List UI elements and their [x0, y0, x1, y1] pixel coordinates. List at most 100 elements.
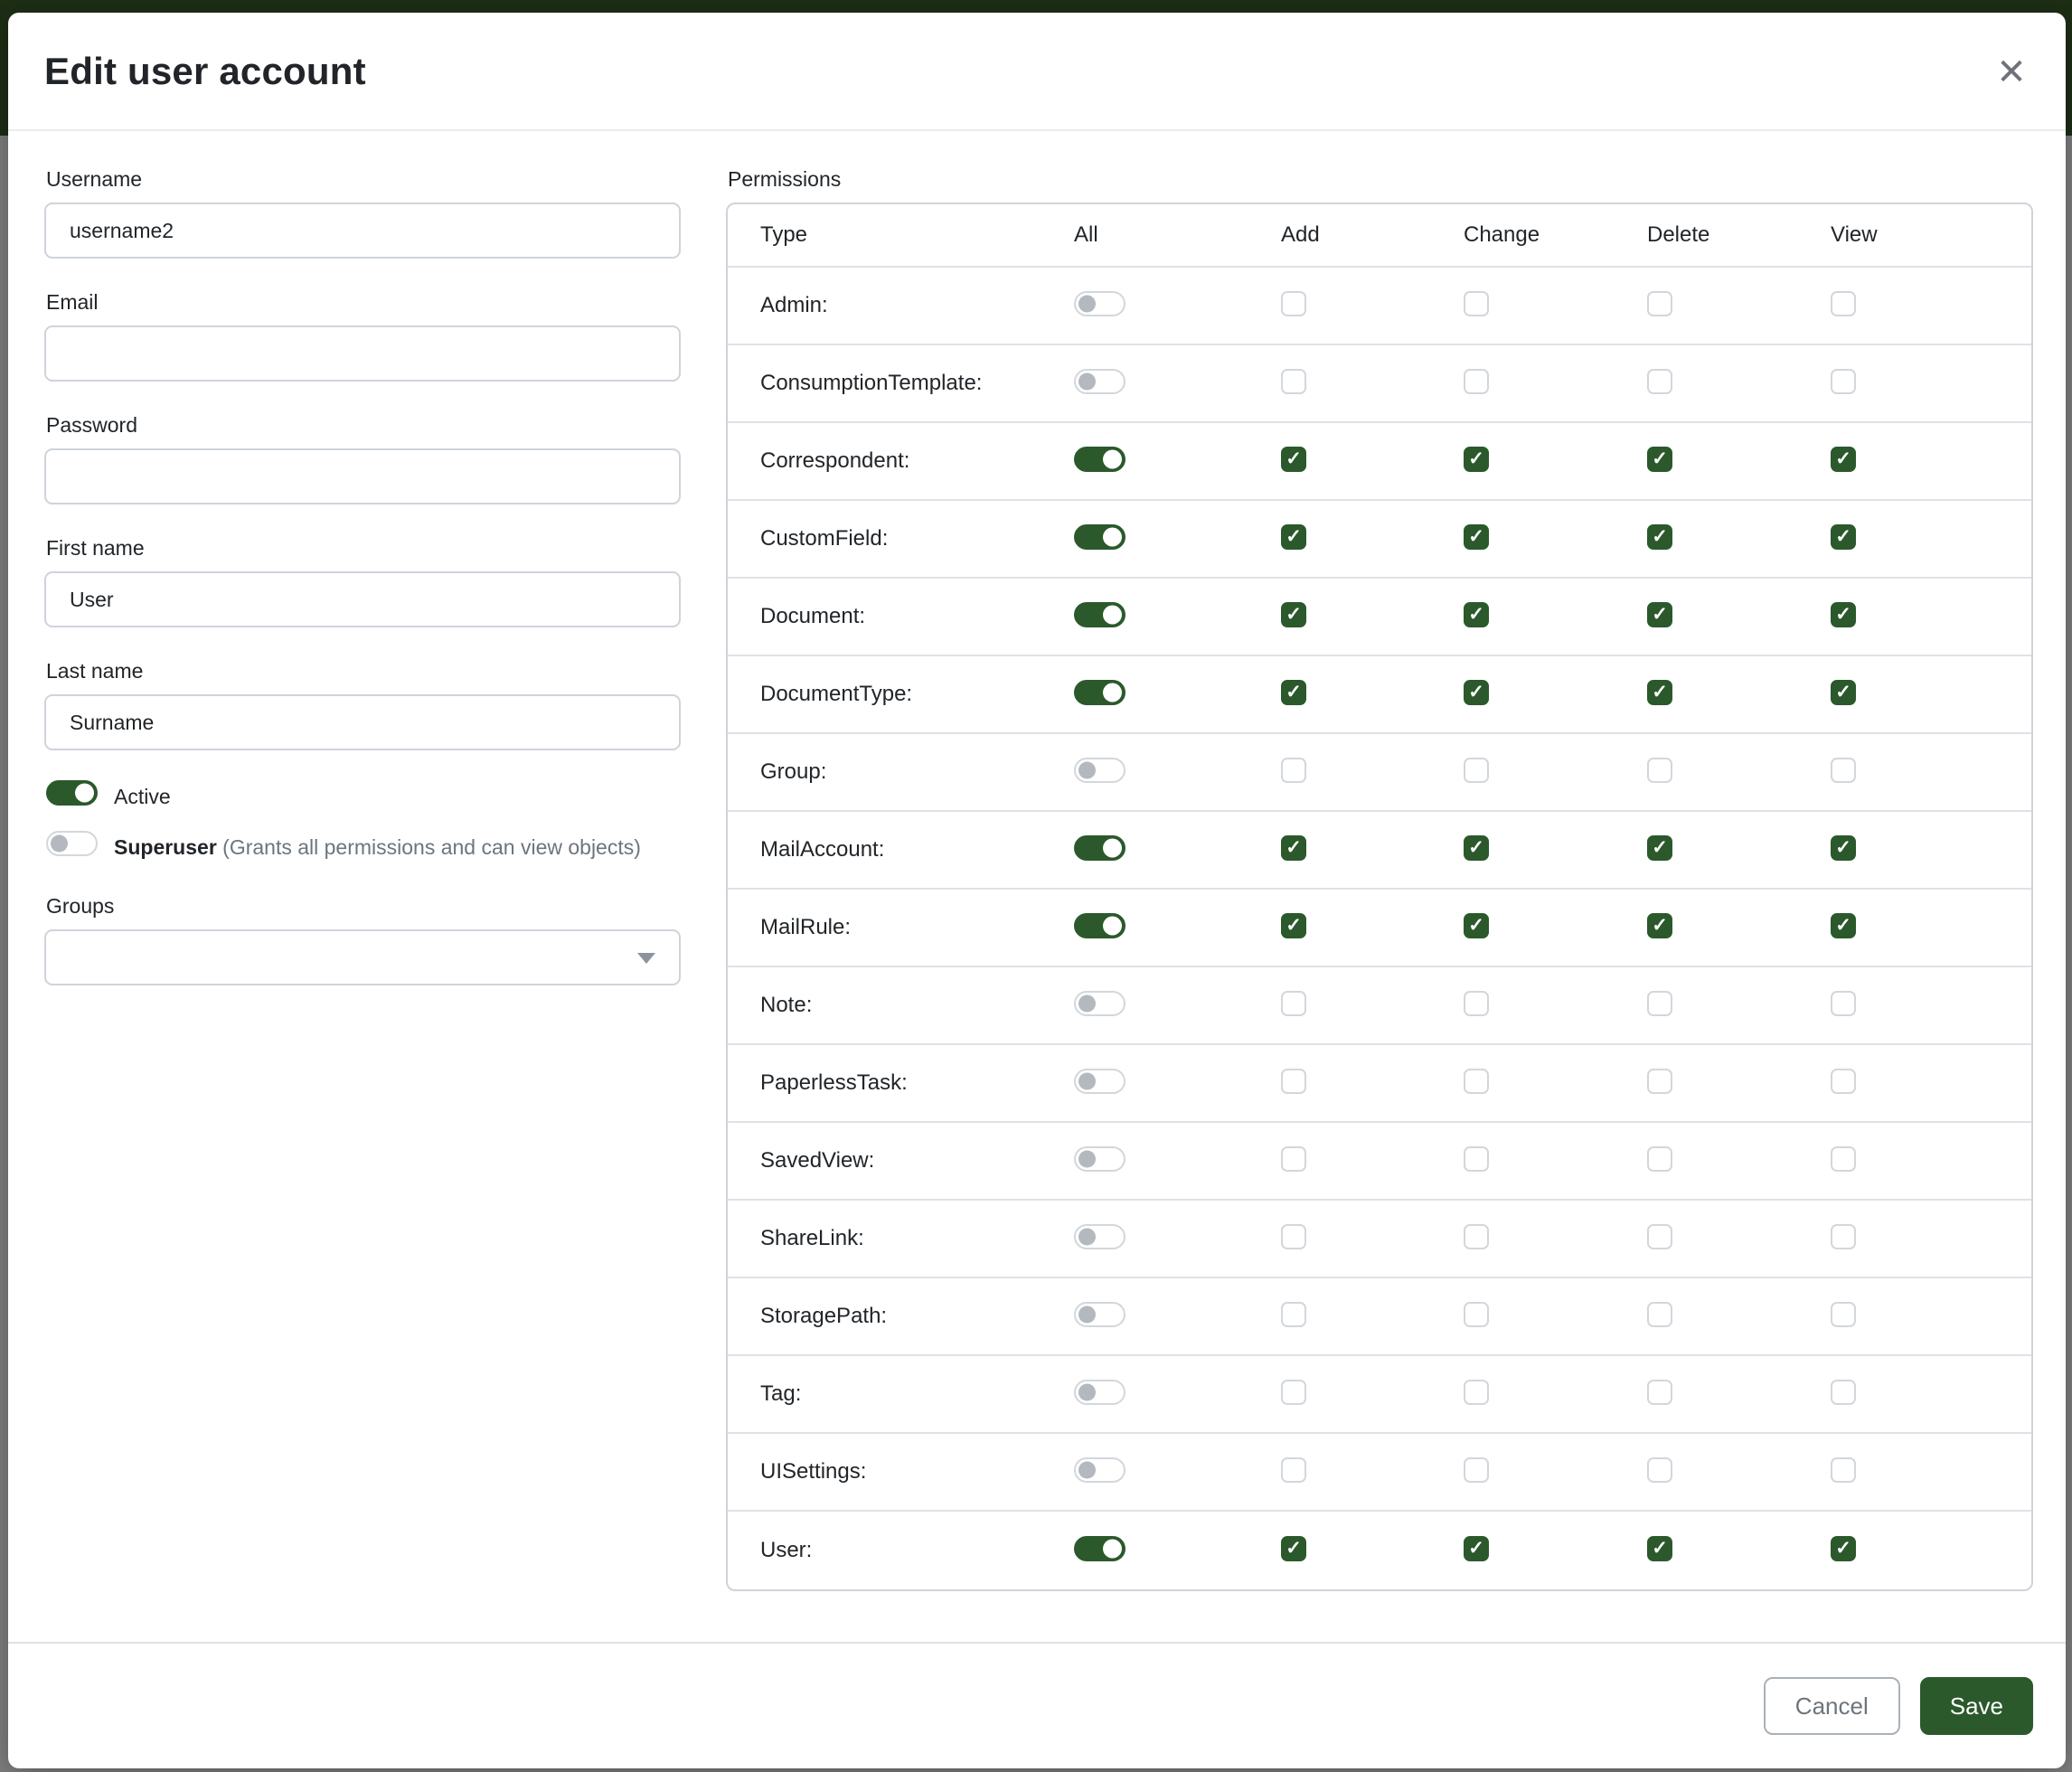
- permission-all-toggle[interactable]: [1074, 524, 1125, 550]
- permission-delete-checkbox[interactable]: [1647, 291, 1672, 316]
- permission-delete-checkbox[interactable]: [1647, 602, 1672, 627]
- permission-delete-checkbox[interactable]: [1647, 1380, 1672, 1405]
- permission-view-checkbox[interactable]: [1831, 1380, 1856, 1405]
- permission-all-toggle[interactable]: [1074, 602, 1125, 627]
- permission-change-checkbox[interactable]: [1464, 1069, 1489, 1094]
- permission-change-checkbox[interactable]: [1464, 1146, 1489, 1172]
- permission-all-toggle[interactable]: [1074, 1457, 1125, 1483]
- permission-add-checkbox[interactable]: [1281, 991, 1306, 1016]
- last-name-field[interactable]: [44, 694, 681, 750]
- permission-change-checkbox[interactable]: [1464, 1457, 1489, 1483]
- permission-type-label: Document:: [728, 604, 1074, 629]
- permission-add-checkbox[interactable]: [1281, 602, 1306, 627]
- permission-change-checkbox[interactable]: [1464, 369, 1489, 394]
- permission-change-checkbox[interactable]: [1464, 991, 1489, 1016]
- permission-delete-checkbox[interactable]: [1647, 1146, 1672, 1172]
- permission-change-checkbox[interactable]: [1464, 291, 1489, 316]
- permission-all-toggle[interactable]: [1074, 447, 1125, 472]
- permission-delete-checkbox[interactable]: [1647, 524, 1672, 550]
- permission-view-checkbox[interactable]: [1831, 1302, 1856, 1327]
- permission-view-checkbox[interactable]: [1831, 680, 1856, 705]
- permission-delete-checkbox[interactable]: [1647, 1224, 1672, 1249]
- permission-change-checkbox[interactable]: [1464, 524, 1489, 550]
- permission-view-checkbox[interactable]: [1831, 602, 1856, 627]
- permission-all-toggle[interactable]: [1074, 913, 1125, 938]
- permission-row: ShareLink:: [728, 1201, 2031, 1278]
- permission-all-toggle[interactable]: [1074, 680, 1125, 705]
- cancel-button[interactable]: Cancel: [1764, 1677, 1900, 1735]
- permission-all-toggle[interactable]: [1074, 835, 1125, 861]
- permission-add-checkbox[interactable]: [1281, 524, 1306, 550]
- permission-all-toggle[interactable]: [1074, 991, 1125, 1016]
- permission-view-checkbox[interactable]: [1831, 1146, 1856, 1172]
- superuser-toggle[interactable]: [46, 831, 98, 856]
- permission-change-checkbox[interactable]: [1464, 680, 1489, 705]
- permission-all-toggle[interactable]: [1074, 1146, 1125, 1172]
- permission-add-checkbox[interactable]: [1281, 758, 1306, 783]
- save-button[interactable]: Save: [1920, 1677, 2033, 1735]
- permission-add-checkbox[interactable]: [1281, 1380, 1306, 1405]
- permission-add-checkbox[interactable]: [1281, 1224, 1306, 1249]
- permission-add-checkbox[interactable]: [1281, 835, 1306, 861]
- permission-view-checkbox[interactable]: [1831, 1069, 1856, 1094]
- permission-all-toggle[interactable]: [1074, 1224, 1125, 1249]
- permission-delete-checkbox[interactable]: [1647, 1302, 1672, 1327]
- permission-change-checkbox[interactable]: [1464, 835, 1489, 861]
- permission-view-checkbox[interactable]: [1831, 291, 1856, 316]
- groups-select[interactable]: [44, 929, 681, 985]
- permission-delete-checkbox[interactable]: [1647, 369, 1672, 394]
- active-toggle[interactable]: [46, 780, 98, 806]
- permission-all-toggle[interactable]: [1074, 1302, 1125, 1327]
- email-field[interactable]: [44, 325, 681, 382]
- permission-all-toggle[interactable]: [1074, 1069, 1125, 1094]
- permission-change-checkbox[interactable]: [1464, 758, 1489, 783]
- permission-all-toggle[interactable]: [1074, 1380, 1125, 1405]
- permission-delete-checkbox[interactable]: [1647, 1457, 1672, 1483]
- permission-all-toggle[interactable]: [1074, 1536, 1125, 1561]
- permission-view-checkbox[interactable]: [1831, 835, 1856, 861]
- first-name-field[interactable]: [44, 571, 681, 627]
- permission-delete-checkbox[interactable]: [1647, 447, 1672, 472]
- permission-add-checkbox[interactable]: [1281, 1536, 1306, 1561]
- permission-delete-checkbox[interactable]: [1647, 835, 1672, 861]
- permission-all-toggle[interactable]: [1074, 369, 1125, 394]
- permission-view-checkbox[interactable]: [1831, 1457, 1856, 1483]
- permission-view-checkbox[interactable]: [1831, 913, 1856, 938]
- permission-add-checkbox[interactable]: [1281, 680, 1306, 705]
- permission-add-checkbox[interactable]: [1281, 1457, 1306, 1483]
- permission-view-checkbox[interactable]: [1831, 1536, 1856, 1561]
- permission-delete-checkbox[interactable]: [1647, 758, 1672, 783]
- permission-add-checkbox[interactable]: [1281, 447, 1306, 472]
- permission-add-checkbox[interactable]: [1281, 913, 1306, 938]
- permission-change-checkbox[interactable]: [1464, 1380, 1489, 1405]
- permission-add-checkbox[interactable]: [1281, 369, 1306, 394]
- permission-row: Correspondent:: [728, 423, 2031, 501]
- permission-delete-checkbox[interactable]: [1647, 680, 1672, 705]
- username-field[interactable]: [44, 203, 681, 259]
- password-field[interactable]: [44, 448, 681, 504]
- permission-delete-checkbox[interactable]: [1647, 1536, 1672, 1561]
- permission-add-checkbox[interactable]: [1281, 291, 1306, 316]
- permission-all-toggle[interactable]: [1074, 758, 1125, 783]
- permission-change-checkbox[interactable]: [1464, 1224, 1489, 1249]
- permission-view-checkbox[interactable]: [1831, 1224, 1856, 1249]
- permission-change-checkbox[interactable]: [1464, 602, 1489, 627]
- permission-view-checkbox[interactable]: [1831, 524, 1856, 550]
- password-label: Password: [46, 413, 681, 438]
- permission-view-checkbox[interactable]: [1831, 369, 1856, 394]
- permission-view-checkbox[interactable]: [1831, 758, 1856, 783]
- close-icon[interactable]: ✕: [1986, 47, 2037, 98]
- permission-view-checkbox[interactable]: [1831, 447, 1856, 472]
- permission-add-checkbox[interactable]: [1281, 1146, 1306, 1172]
- permission-delete-checkbox[interactable]: [1647, 913, 1672, 938]
- permission-all-toggle[interactable]: [1074, 291, 1125, 316]
- permission-change-checkbox[interactable]: [1464, 913, 1489, 938]
- permission-add-checkbox[interactable]: [1281, 1069, 1306, 1094]
- permission-delete-checkbox[interactable]: [1647, 1069, 1672, 1094]
- permission-change-checkbox[interactable]: [1464, 1302, 1489, 1327]
- permission-view-checkbox[interactable]: [1831, 991, 1856, 1016]
- permission-change-checkbox[interactable]: [1464, 447, 1489, 472]
- permission-add-checkbox[interactable]: [1281, 1302, 1306, 1327]
- permission-change-checkbox[interactable]: [1464, 1536, 1489, 1561]
- permission-delete-checkbox[interactable]: [1647, 991, 1672, 1016]
